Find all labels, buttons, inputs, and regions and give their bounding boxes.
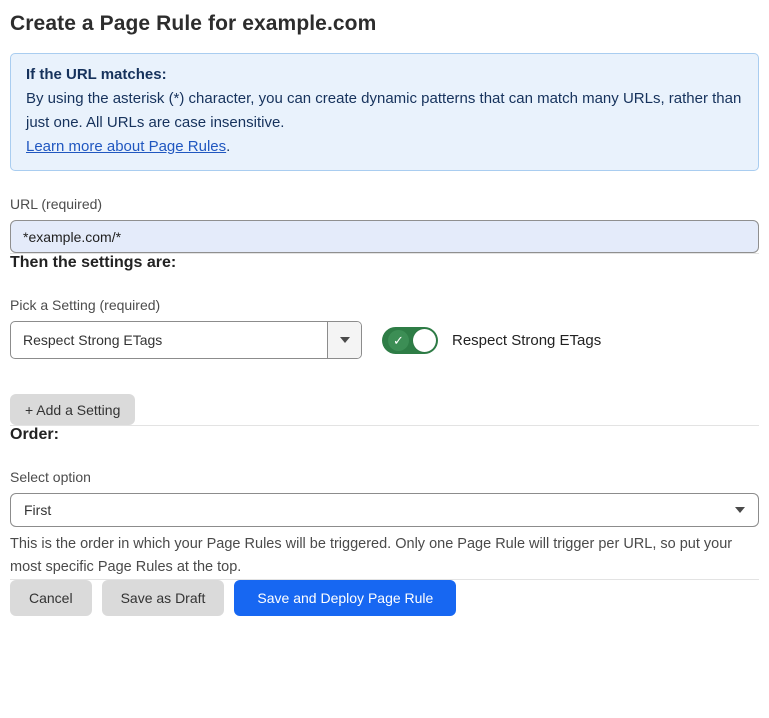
save-and-deploy-button[interactable]: Save and Deploy Page Rule bbox=[234, 580, 456, 616]
info-box-heading: If the URL matches: bbox=[26, 63, 743, 87]
order-description: This is the order in which your Page Rul… bbox=[10, 533, 759, 579]
page-title: Create a Page Rule for example.com bbox=[10, 12, 759, 36]
footer-actions: Cancel Save as Draft Save and Deploy Pag… bbox=[10, 580, 759, 616]
toggle-knob bbox=[413, 329, 436, 352]
order-select[interactable]: First bbox=[10, 493, 759, 527]
page-rule-form: Create a Page Rule for example.com If th… bbox=[0, 0, 769, 616]
setting-row: Respect Strong ETags ✓ Respect Strong ET… bbox=[10, 321, 759, 359]
save-as-draft-button[interactable]: Save as Draft bbox=[102, 580, 225, 616]
setting-select-arrow-button[interactable] bbox=[327, 322, 361, 358]
pick-setting-label: Pick a Setting (required) bbox=[10, 297, 759, 313]
info-box-link-line: Learn more about Page Rules. bbox=[26, 135, 743, 159]
setting-select[interactable]: Respect Strong ETags bbox=[10, 321, 362, 359]
cancel-button[interactable]: Cancel bbox=[10, 580, 92, 616]
order-section-heading: Order: bbox=[10, 426, 759, 444]
toggle-label: Respect Strong ETags bbox=[452, 332, 601, 349]
url-match-info-box: If the URL matches: By using the asteris… bbox=[10, 53, 759, 171]
order-select-value: First bbox=[24, 502, 51, 518]
url-input[interactable] bbox=[10, 220, 759, 253]
settings-section-heading: Then the settings are: bbox=[10, 254, 759, 272]
chevron-down-icon bbox=[340, 337, 350, 343]
order-select-label: Select option bbox=[10, 469, 759, 485]
setting-toggle[interactable]: ✓ bbox=[382, 327, 438, 354]
add-setting-button[interactable]: + Add a Setting bbox=[10, 394, 135, 425]
url-label: URL (required) bbox=[10, 196, 759, 212]
link-suffix: . bbox=[226, 138, 230, 155]
chevron-down-icon bbox=[735, 507, 745, 513]
setting-select-value: Respect Strong ETags bbox=[11, 322, 327, 358]
info-box-body: By using the asterisk (*) character, you… bbox=[26, 87, 743, 135]
learn-more-link[interactable]: Learn more about Page Rules bbox=[26, 138, 226, 155]
check-icon: ✓ bbox=[388, 330, 409, 351]
